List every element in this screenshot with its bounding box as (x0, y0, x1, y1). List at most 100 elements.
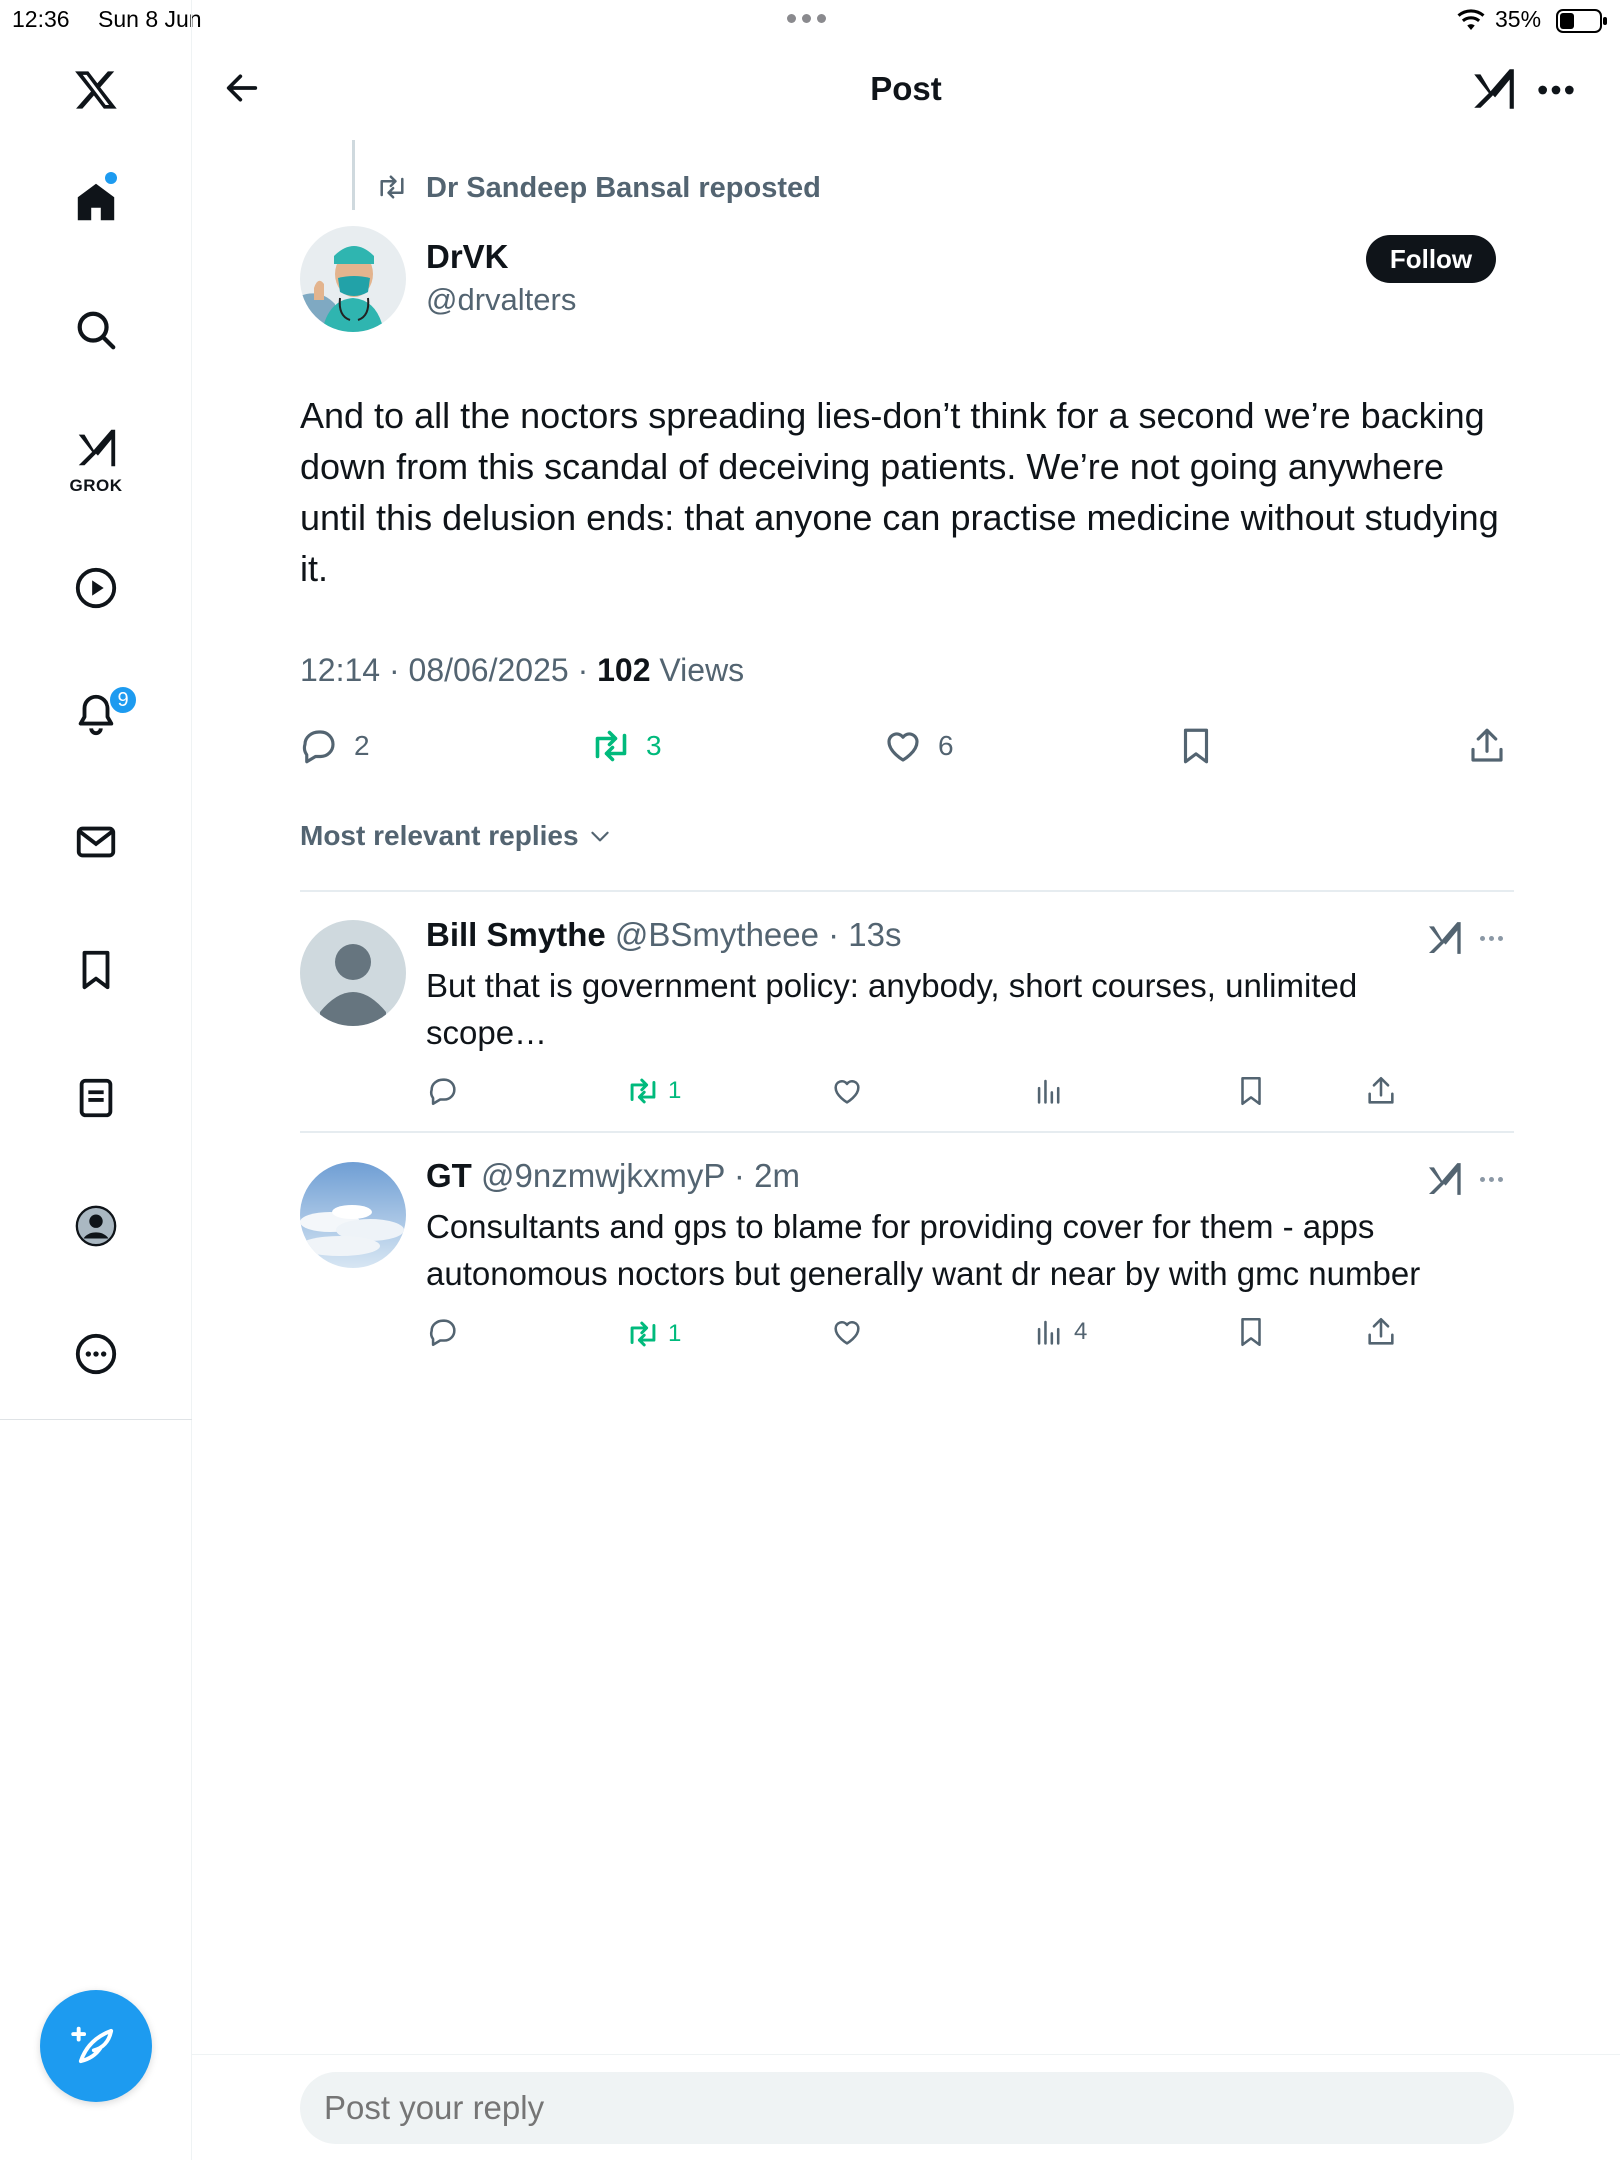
reply-time[interactable]: · 2m (725, 1157, 800, 1194)
battery-percent: 35% (1495, 6, 1542, 32)
repost-icon (376, 174, 408, 200)
reply-repost-count: 1 (668, 1320, 682, 1347)
reply-header: Bill Smythe @BSmytheee · 13s (426, 916, 902, 954)
bookmark-icon (1241, 1076, 1261, 1106)
profile-icon[interactable] (62, 1192, 130, 1260)
compose-post-button[interactable] (40, 1990, 152, 2102)
reply-author-handle[interactable]: @BSmytheee (615, 916, 819, 953)
reply-text: But that is government policy: anybody, … (426, 967, 1358, 1051)
repost-attribution[interactable]: Dr Sandeep Bansal reposted (426, 172, 821, 205)
reply-bookmark-action[interactable] (1234, 1074, 1268, 1108)
views-count: 102 (597, 652, 651, 688)
author-name[interactable]: DrVK (426, 238, 509, 276)
reply-input[interactable] (300, 2072, 1514, 2144)
multitasking-dots[interactable] (787, 14, 826, 23)
reply-header: GT @9nzmwjkxmyP · 2m (426, 1157, 800, 1195)
reply-bookmark-action[interactable] (1234, 1315, 1268, 1349)
views-label: Views (650, 652, 745, 688)
share-icon (1368, 1076, 1394, 1104)
header-more-icon[interactable] (1532, 68, 1580, 112)
grok-label: GROK (69, 476, 123, 495)
heart-icon (834, 1321, 860, 1345)
reply-divider (300, 1131, 1514, 1133)
x-logo-icon[interactable] (62, 56, 130, 124)
more-options-icon[interactable] (62, 1320, 130, 1388)
lists-icon[interactable] (62, 1064, 130, 1132)
views-chart-icon (1037, 1079, 1060, 1104)
reply-time[interactable]: · 13s (819, 916, 901, 953)
reply-more-icon[interactable] (1480, 1169, 1514, 1189)
like-count: 6 (938, 730, 954, 761)
bookmark-action[interactable] (1175, 725, 1217, 767)
replies-sort-label: Most relevant replies (300, 820, 579, 851)
search-icon[interactable] (62, 296, 130, 364)
reply-author-handle[interactable]: @9nzmwjkxmyP (481, 1157, 725, 1194)
composer-divider (192, 2054, 1620, 2055)
reply-repost-action[interactable]: 1 (626, 1317, 681, 1351)
post-meta: 12:14 · 08/06/2025 · 102 Views (300, 652, 744, 689)
reply-repost-count: 1 (668, 1077, 682, 1104)
video-icon[interactable] (62, 554, 130, 622)
reply-avatar-sky[interactable] (300, 1162, 406, 1268)
heart-icon (834, 1080, 860, 1104)
compose-feather-icon (71, 2026, 114, 2064)
arrow-left-icon (226, 74, 258, 102)
reply-count: 2 (354, 730, 370, 761)
views-chart-icon (1037, 1320, 1060, 1345)
messages-icon[interactable] (62, 808, 130, 876)
share-action[interactable] (1466, 725, 1508, 767)
repost-count: 3 (646, 730, 662, 761)
grok-explain-icon[interactable] (1468, 64, 1518, 114)
wifi-icon (1456, 8, 1486, 32)
reply-views-count: 4 (1074, 1318, 1088, 1345)
heart-icon (887, 732, 919, 762)
reply-share-action[interactable] (1364, 1315, 1398, 1349)
sidebar-divider (0, 1419, 192, 1420)
reply-author-name[interactable]: Bill Smythe (426, 916, 606, 953)
repost-icon (630, 1078, 656, 1104)
bookmark-icon (1241, 1317, 1261, 1347)
page-title: Post (870, 70, 942, 107)
reply-repost-action[interactable]: 1 (626, 1074, 681, 1108)
reply-avatar-default[interactable] (300, 920, 406, 1026)
reply-like-action[interactable] (830, 1074, 864, 1108)
reply-author-name[interactable]: GT (426, 1157, 472, 1194)
reply-share-action[interactable] (1364, 1074, 1398, 1108)
bookmarks-icon[interactable] (62, 936, 130, 1004)
notifications-badge: 9 (108, 685, 138, 715)
reply-views-action[interactable] (1032, 1074, 1066, 1108)
replies-sort-dropdown[interactable]: Most relevant replies (300, 820, 613, 852)
author-handle[interactable]: @drvalters (426, 282, 576, 318)
battery-icon (1556, 8, 1608, 34)
author-avatar[interactable] (300, 226, 406, 332)
like-action[interactable]: 6 (882, 725, 954, 767)
home-icon[interactable] (62, 168, 130, 236)
follow-button[interactable]: Follow (1366, 235, 1496, 283)
reply-action[interactable]: 2 (298, 725, 370, 767)
replies-divider (300, 890, 1514, 892)
reply-comment-action[interactable] (426, 1315, 460, 1349)
share-icon (1471, 728, 1503, 762)
reply-icon (429, 1319, 456, 1347)
post-timestamp[interactable]: 12:14 · 08/06/2025 · (300, 652, 597, 688)
back-button[interactable] (216, 62, 268, 114)
post-text: And to all the noctors spreading lies-do… (300, 395, 1499, 589)
repost-action[interactable]: 3 (590, 725, 662, 767)
share-icon (1368, 1317, 1394, 1345)
reply-like-action[interactable] (830, 1315, 864, 1349)
reply-more-icon[interactable] (1480, 928, 1514, 948)
reply-views-action[interactable]: 4 (1032, 1315, 1087, 1349)
repost-icon (630, 1321, 656, 1347)
thread-line (352, 140, 355, 210)
home-unread-dot (105, 172, 117, 184)
grok-icon[interactable] (62, 420, 130, 476)
reply-grok-icon[interactable] (1424, 1159, 1464, 1199)
reply-text: Consultants and gps to blame for providi… (426, 1208, 1421, 1292)
chevron-down-icon (590, 831, 609, 842)
reply-grok-icon[interactable] (1424, 918, 1464, 958)
reply-comment-action[interactable] (426, 1074, 460, 1108)
bookmark-icon (1183, 728, 1209, 764)
reply-icon (302, 730, 335, 764)
reply-icon (429, 1078, 456, 1106)
repost-icon (595, 730, 627, 762)
